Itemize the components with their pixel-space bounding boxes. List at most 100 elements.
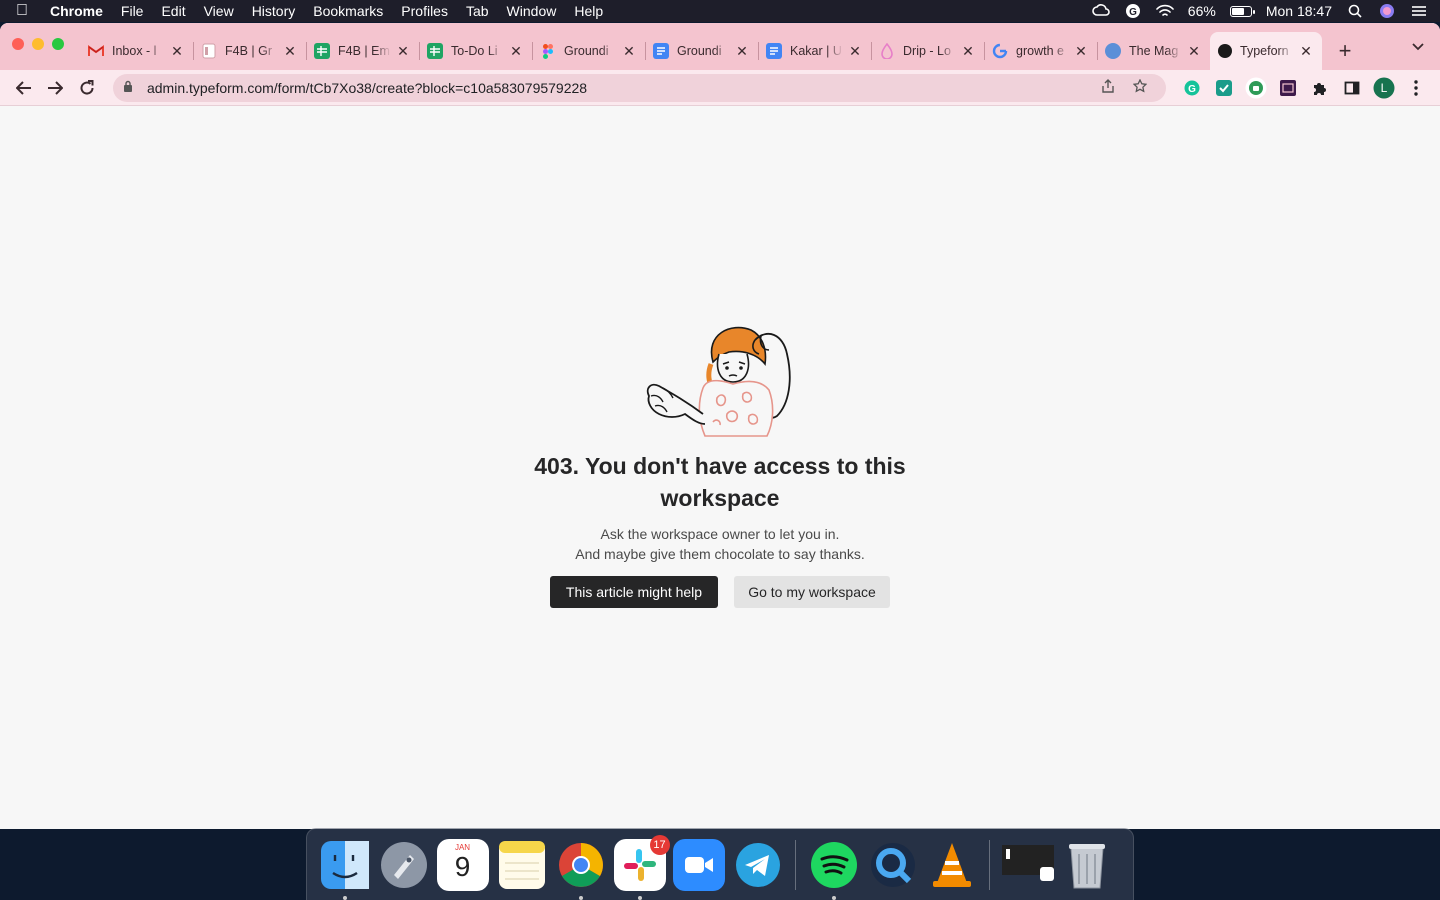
siri-icon[interactable]	[1378, 4, 1396, 18]
dock-telegram[interactable]	[732, 839, 784, 891]
zoom-window-button[interactable]	[52, 38, 64, 50]
dock-spotify[interactable]	[808, 839, 860, 900]
tab-the-mag[interactable]: The Mag ✕	[1097, 32, 1210, 70]
side-panel-icon[interactable]	[1336, 74, 1368, 102]
dock-calendar[interactable]: JAN 9	[436, 838, 489, 891]
back-button[interactable]	[8, 74, 40, 102]
close-tab-icon[interactable]: ✕	[395, 43, 411, 60]
menu-app-chrome[interactable]: Chrome	[50, 3, 103, 19]
tab-grounding-docs[interactable]: Groundi ✕	[645, 32, 758, 70]
tab-kakar[interactable]: Kakar | U ✕	[758, 32, 871, 70]
address-bar[interactable]: admin.typeform.com/form/tCb7Xo38/create?…	[112, 73, 1166, 102]
share-icon[interactable]	[1092, 79, 1124, 96]
wifi-icon[interactable]	[1155, 4, 1174, 18]
dock-chrome[interactable]	[555, 839, 607, 900]
tab-google-search[interactable]: growth e ✕	[984, 32, 1097, 70]
dock-recent-window[interactable]	[1001, 839, 1054, 891]
menu-bookmarks[interactable]: Bookmarks	[313, 3, 383, 19]
bookmark-star-icon[interactable]	[1124, 78, 1156, 96]
minimize-window-button[interactable]	[32, 38, 44, 50]
slack-notification-badge: 17	[649, 834, 670, 855]
tab-f4b-em[interactable]: F4B | Em ✕	[306, 32, 419, 70]
spotlight-search-icon[interactable]	[1346, 4, 1364, 18]
launchpad-rocket-icon	[380, 841, 427, 888]
close-window-button[interactable]	[12, 38, 24, 50]
close-tab-icon[interactable]: ✕	[1298, 43, 1314, 60]
dock-finder[interactable]	[319, 839, 371, 900]
extensions-area: G L	[1176, 74, 1432, 102]
dock-zoom[interactable]	[672, 838, 725, 891]
doc-icon	[201, 43, 217, 59]
dock-trash[interactable]	[1061, 839, 1113, 891]
back-arrow-icon	[15, 80, 31, 95]
creative-cloud-icon[interactable]	[1092, 4, 1110, 18]
tab-gmail-inbox[interactable]: Inbox - l ✕	[80, 32, 193, 70]
dock-launchpad[interactable]	[378, 839, 430, 891]
spotify-icon	[810, 841, 857, 888]
go-to-workspace-button[interactable]: Go to my workspace	[734, 576, 890, 608]
tab-typeform[interactable]: Typeforn ✕	[1210, 32, 1322, 70]
tab-title: F4B | Gr	[225, 44, 273, 58]
profile-avatar[interactable]: L	[1368, 74, 1400, 102]
lock-icon[interactable]	[123, 80, 137, 95]
zoom-camera-icon	[684, 856, 713, 873]
tab-grounding-figma[interactable]: Groundi ✕	[532, 32, 645, 70]
grammarly-menubar-icon[interactable]: G	[1124, 4, 1142, 18]
tab-search-chevron-icon[interactable]	[1412, 39, 1424, 54]
menu-window[interactable]: Window	[507, 3, 557, 19]
close-tab-icon[interactable]: ✕	[1073, 43, 1089, 60]
close-tab-icon[interactable]: ✕	[960, 43, 976, 60]
close-tab-icon[interactable]: ✕	[508, 43, 524, 60]
calendar-day: 9	[454, 850, 471, 882]
dock-slack[interactable]: 17	[613, 834, 670, 900]
tab-title: Typeforn	[1240, 44, 1289, 58]
close-tab-icon[interactable]: ✕	[847, 43, 863, 60]
dock-quicktime[interactable]	[867, 839, 919, 891]
dock-separator	[795, 839, 796, 890]
menu-history[interactable]: History	[252, 3, 296, 19]
todo-extension-icon[interactable]	[1208, 74, 1240, 102]
calendar-extension-icon[interactable]	[1272, 74, 1304, 102]
dock-notes[interactable]	[496, 839, 548, 891]
close-tab-icon[interactable]: ✕	[282, 43, 298, 60]
control-center-icon[interactable]	[1410, 4, 1428, 18]
dock-vlc[interactable]	[926, 839, 978, 891]
menu-file[interactable]: File	[121, 3, 144, 19]
reload-button[interactable]	[71, 74, 103, 102]
menu-help[interactable]: Help	[574, 3, 603, 19]
window-thumbnail-icon	[1001, 844, 1054, 881]
tab-drip[interactable]: Drip - Lo ✕	[871, 32, 984, 70]
bot-extension-icon[interactable]	[1240, 74, 1272, 102]
sheets-icon	[427, 43, 443, 59]
battery-icon[interactable]	[1229, 5, 1255, 17]
chrome-menu-kebab-icon[interactable]	[1400, 74, 1432, 102]
close-tab-icon[interactable]: ✕	[1186, 43, 1202, 60]
url-text[interactable]: admin.typeform.com/form/tCb7Xo38/create?…	[147, 80, 1092, 96]
article-help-button[interactable]: This article might help	[550, 576, 718, 608]
apple-menu-icon[interactable]: 	[16, 2, 46, 20]
close-tab-icon[interactable]: ✕	[621, 43, 637, 60]
quicktime-icon	[870, 842, 915, 887]
extensions-puzzle-icon[interactable]	[1304, 74, 1336, 102]
close-tab-icon[interactable]: ✕	[169, 43, 185, 60]
tab-todo-list[interactable]: To-Do Li ✕	[419, 32, 532, 70]
confused-person-illustration	[646, 326, 791, 437]
trash-icon	[1068, 843, 1105, 888]
clock[interactable]: Mon 18:47	[1266, 3, 1332, 19]
figma-icon	[540, 43, 556, 59]
svg-text:G: G	[1188, 84, 1196, 95]
tab-f4b-gr[interactable]: F4B | Gr ✕	[193, 32, 306, 70]
grammarly-extension-icon[interactable]: G	[1176, 74, 1208, 102]
tab-title: growth e	[1016, 44, 1064, 58]
menu-tab[interactable]: Tab	[466, 3, 489, 19]
chrome-window: Inbox - l ✕ F4B | Gr ✕ F4B | Em ✕ To-Do …	[0, 23, 1440, 829]
tab-title: The Mag	[1129, 44, 1179, 58]
new-tab-button[interactable]: +	[1328, 32, 1362, 70]
forward-button[interactable]	[40, 74, 72, 102]
close-tab-icon[interactable]: ✕	[734, 43, 750, 60]
menu-view[interactable]: View	[204, 3, 234, 19]
typeform-icon	[1218, 44, 1232, 58]
menu-edit[interactable]: Edit	[161, 3, 185, 19]
menu-profiles[interactable]: Profiles	[401, 3, 448, 19]
tab-title: Groundi	[564, 44, 609, 58]
